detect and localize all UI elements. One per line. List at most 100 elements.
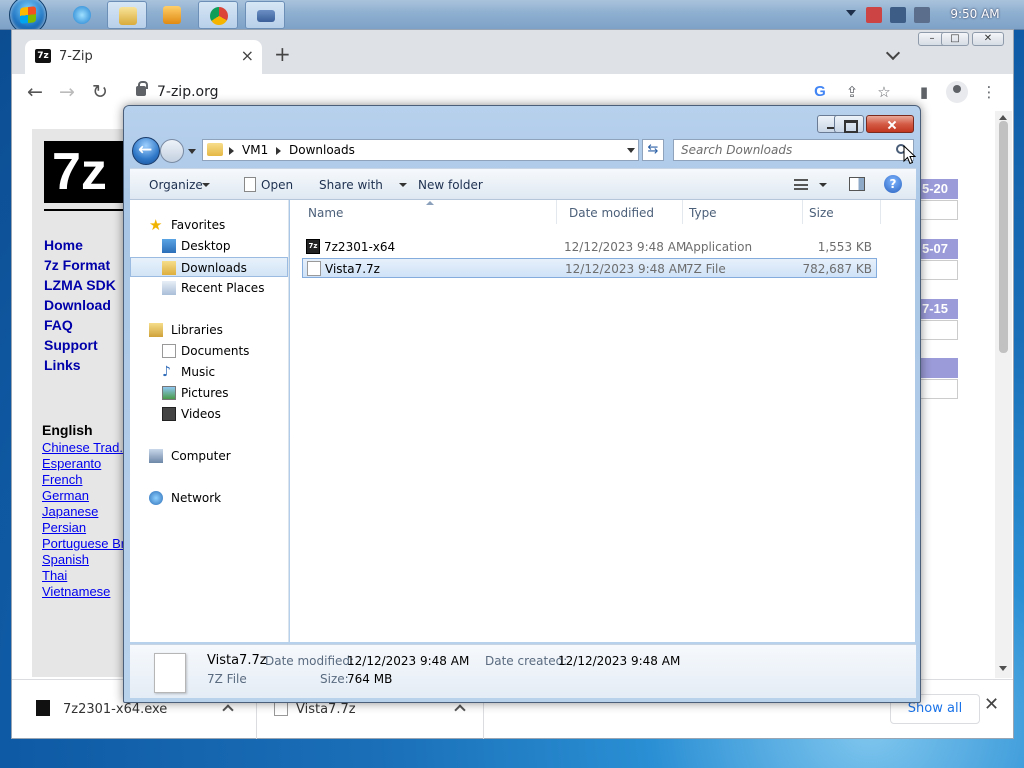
new-tab-icon[interactable]: +	[274, 42, 291, 66]
column-date-modified[interactable]: Date modified	[563, 200, 683, 224]
chrome-close-button[interactable]: ✕	[972, 32, 1004, 46]
date-cell	[920, 358, 958, 378]
taskbar-file-explorer[interactable]	[107, 1, 147, 29]
page-scrollbar[interactable]	[995, 111, 1012, 678]
menu-home[interactable]: Home	[44, 237, 83, 253]
nav-pictures[interactable]: Pictures	[130, 383, 288, 403]
column-size[interactable]: Size	[803, 200, 881, 224]
taskbar-keyboard[interactable]	[245, 1, 285, 29]
views-icon[interactable]	[794, 179, 808, 190]
menu-lzma-sdk[interactable]: LZMA SDK	[44, 277, 116, 293]
volume-icon[interactable]	[914, 7, 930, 23]
lang-link[interactable]: Portuguese Brazil	[42, 536, 132, 551]
lang-link[interactable]: Vietnamese	[42, 584, 132, 599]
nav-downloads[interactable]: Downloads	[130, 257, 288, 277]
address-bar[interactable]: VM1 Downloads	[202, 139, 639, 161]
favicon-icon: 7z	[35, 49, 51, 63]
chrome-icon	[210, 7, 228, 25]
lang-link[interactable]: Chinese Trad.	[42, 440, 132, 455]
action-center-icon[interactable]	[866, 7, 882, 23]
tab-close-icon[interactable]: ×	[241, 46, 254, 65]
internet-explorer-icon	[73, 6, 91, 24]
chevron-up-icon[interactable]	[222, 704, 234, 716]
lang-link[interactable]: Esperanto	[42, 456, 132, 471]
menu-faq[interactable]: FAQ	[44, 317, 73, 333]
search-box[interactable]	[673, 139, 914, 161]
column-type[interactable]: Type	[683, 200, 803, 224]
back-icon[interactable]: ←	[27, 81, 43, 103]
file-list: Name Date modified Type Size 7z 7z2301-x…	[290, 200, 915, 642]
refresh-button[interactable]: ⇆	[642, 139, 664, 161]
chrome-maximize-button[interactable]: □	[941, 32, 969, 46]
file-row[interactable]: Vista7.7z 12/12/2023 9:48 AM 7Z File 782…	[302, 258, 877, 278]
nav-desktop[interactable]: Desktop	[130, 236, 288, 256]
file-row[interactable]: 7z 7z2301-x64 12/12/2023 9:48 AM Applica…	[302, 237, 877, 257]
maximize-button[interactable]	[834, 115, 864, 133]
side-panel-icon[interactable]: ▮	[915, 83, 933, 101]
breadcrumb-separator-icon[interactable]	[276, 147, 281, 155]
lang-link[interactable]: Thai	[42, 568, 132, 583]
breadcrumb-vm1[interactable]: VM1	[242, 143, 268, 157]
menu-7z-format[interactable]: 7z Format	[44, 257, 110, 273]
bookmark-star-icon[interactable]: ☆	[875, 83, 893, 101]
forward-button[interactable]	[160, 139, 184, 163]
chevron-up-icon[interactable]	[454, 704, 466, 716]
scroll-up-icon[interactable]	[999, 115, 1007, 120]
nav-computer[interactable]: Computer	[130, 446, 288, 466]
close-button[interactable]	[866, 115, 914, 133]
nav-network[interactable]: Network	[130, 488, 288, 508]
share-icon[interactable]: ⇪	[843, 83, 861, 101]
profile-avatar[interactable]	[946, 81, 968, 103]
chrome-tab[interactable]: 7z 7-Zip ×	[25, 40, 262, 74]
menu-support[interactable]: Support	[44, 337, 98, 353]
tab-search-icon[interactable]	[885, 45, 901, 61]
share-chevron-down-icon[interactable]	[399, 183, 407, 187]
taskbar-chrome[interactable]	[198, 1, 238, 29]
nav-favorites[interactable]: ★ Favorites	[130, 215, 288, 235]
organize-chevron-down-icon[interactable]	[202, 183, 210, 187]
desktop-icon	[162, 239, 176, 253]
lang-link[interactable]: French	[42, 472, 132, 487]
address-bar[interactable]: 7-zip.org	[157, 84, 219, 100]
nav-music[interactable]: ♪ Music	[130, 362, 288, 382]
preview-pane-icon[interactable]	[849, 177, 865, 191]
taskbar-media-player[interactable]	[152, 1, 192, 29]
menu-download[interactable]: Download	[44, 297, 111, 313]
clock[interactable]: 9:50 AM	[940, 7, 1010, 21]
google-lens-icon[interactable]: G	[811, 83, 829, 101]
lock-icon[interactable]	[136, 81, 148, 96]
scroll-down-icon[interactable]	[999, 666, 1007, 671]
breadcrumb-separator-icon[interactable]	[229, 147, 234, 155]
scroll-thumb[interactable]	[999, 121, 1008, 353]
close-downloads-icon[interactable]: ✕	[984, 694, 999, 715]
nav-libraries[interactable]: Libraries	[130, 320, 288, 340]
taskbar-internet-explorer[interactable]	[62, 1, 102, 29]
network-tray-icon[interactable]	[890, 7, 906, 23]
nav-documents[interactable]: Documents	[130, 341, 288, 361]
menu-links[interactable]: Links	[44, 357, 81, 373]
help-icon[interactable]: ?	[884, 175, 902, 193]
lang-link[interactable]: Persian	[42, 520, 132, 535]
search-input[interactable]	[674, 140, 889, 160]
share-with-button[interactable]: Share with	[319, 178, 383, 192]
download-name: Vista7.7z	[296, 702, 356, 717]
menu-kebab-icon[interactable]: ⋮	[980, 83, 998, 101]
address-dropdown-icon[interactable]	[627, 148, 635, 153]
open-button[interactable]: Open	[261, 178, 293, 192]
nav-recent-places[interactable]: Recent Places	[130, 278, 288, 298]
forward-icon[interactable]: →	[59, 81, 75, 103]
organize-button[interactable]: Organize	[149, 178, 203, 192]
breadcrumb-downloads[interactable]: Downloads	[289, 143, 355, 157]
views-chevron-down-icon[interactable]	[819, 183, 827, 187]
date-cell: 5-07	[920, 239, 958, 259]
reload-icon[interactable]: ↻	[92, 81, 108, 103]
nav-videos[interactable]: Videos	[130, 404, 288, 424]
new-folder-button[interactable]: New folder	[418, 178, 483, 192]
media-player-icon	[163, 6, 181, 24]
lang-link[interactable]: German	[42, 488, 132, 503]
lang-link[interactable]: Japanese	[42, 504, 132, 519]
back-button[interactable]	[132, 137, 160, 165]
lang-link[interactable]: Spanish	[42, 552, 132, 567]
tray-expand-icon[interactable]	[846, 10, 856, 16]
recent-pages-chevron-down-icon[interactable]	[188, 149, 196, 154]
